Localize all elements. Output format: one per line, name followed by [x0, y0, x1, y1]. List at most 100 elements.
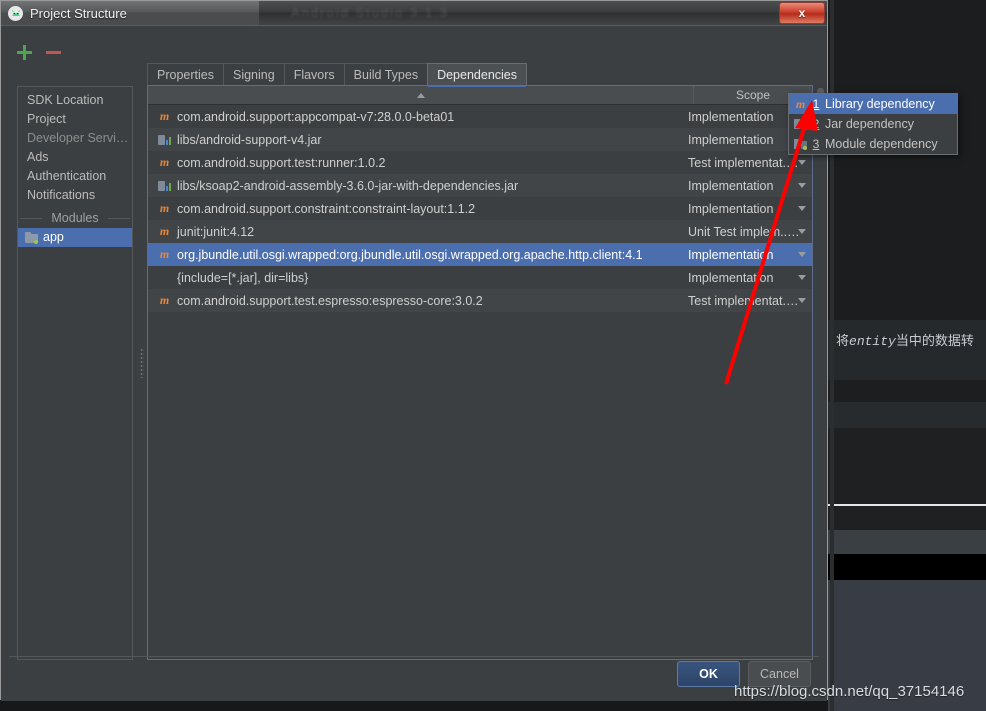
jar-icon — [158, 179, 171, 192]
dependency-name: com.android.support:appcompat-v7:28.0.0-… — [177, 109, 455, 124]
dependency-scope-cell[interactable]: Test implementat.… — [686, 294, 812, 308]
dependency-name: junit:junit:4.12 — [177, 224, 255, 239]
background-band — [828, 0, 986, 320]
menu-item-module-dependency[interactable]: 3 Module dependency — [789, 134, 957, 154]
sidebar-toolbar — [17, 40, 133, 64]
screen-root: 将entity当中的数据转 Project Structure Android … — [0, 0, 986, 711]
dialog-titlebar: Project Structure Android Studio 3.1.3 x — [1, 1, 827, 26]
tab-properties[interactable]: Properties — [147, 63, 224, 86]
ok-button[interactable]: OK — [677, 661, 740, 687]
remove-module-icon[interactable] — [46, 50, 61, 54]
sidebar-item-authentication[interactable]: Authentication — [18, 167, 132, 186]
settings-sidebar: SDK Location Project Developer Servi… Ad… — [17, 86, 133, 660]
jar-folder-icon — [794, 118, 807, 130]
table-row[interactable]: m com.android.support:appcompat-v7:28.0.… — [148, 105, 812, 128]
dependency-name: com.android.support.test.espresso:espres… — [177, 293, 483, 308]
maven-icon: m — [795, 96, 806, 111]
table-row[interactable]: libs/ksoap2-android-assembly-3.6.0-jar-w… — [148, 174, 812, 197]
dependency-scope-cell[interactable]: Implementation — [686, 202, 812, 216]
sidebar-item-project[interactable]: Project — [18, 110, 132, 129]
chevron-down-icon — [798, 229, 806, 234]
sort-ascending-icon — [416, 92, 425, 98]
menu-item-library-dependency[interactable]: m 1 Library dependency — [789, 94, 957, 114]
sidebar-item-sdk-location[interactable]: SDK Location — [18, 91, 132, 110]
dependency-name-cell: m com.android.support.test:runner:1.0.2 — [148, 155, 686, 170]
maven-icon: m — [159, 293, 170, 307]
table-header: Scope — [148, 86, 812, 105]
background-band — [828, 380, 986, 402]
chevron-down-icon — [798, 183, 806, 188]
background-band — [828, 402, 986, 428]
annotation-note: 将entity当中的数据转 — [836, 333, 974, 349]
dependency-name: com.android.support.constraint:constrain… — [177, 201, 476, 216]
dependency-scope-cell[interactable]: Unit Test implem..… — [686, 225, 812, 239]
dependency-name: com.android.support.test:runner:1.0.2 — [177, 155, 386, 170]
dependency-name-cell: libs/ksoap2-android-assembly-3.6.0-jar-w… — [148, 179, 686, 193]
table-row[interactable]: m junit:junit:4.12 Unit Test implem..… — [148, 220, 812, 243]
column-header-name[interactable] — [148, 86, 694, 104]
add-module-icon[interactable] — [17, 44, 32, 60]
sidebar-item-app[interactable]: app — [18, 228, 132, 247]
table-row[interactable]: m org.jbundle.util.osgi.wrapped:org.jbun… — [148, 243, 812, 266]
table-row[interactable]: {include=[*.jar], dir=libs} Implementati… — [148, 266, 812, 289]
tab-build-types[interactable]: Build Types — [343, 63, 429, 86]
sidebar-item-label: app — [43, 230, 64, 244]
dependency-scope-cell[interactable]: Implementation — [686, 248, 812, 262]
table-row[interactable]: m com.android.support.constraint:constra… — [148, 197, 812, 220]
dependency-scope-cell[interactable]: Implementation — [686, 179, 812, 193]
tab-signing[interactable]: Signing — [222, 63, 285, 86]
project-structure-dialog: Project Structure Android Studio 3.1.3 x… — [0, 0, 828, 701]
dependency-name-cell: m com.android.support.test.espresso:espr… — [148, 293, 686, 308]
menu-item-label: Library dependency — [825, 97, 935, 111]
titlebar-ghost-text: Android Studio 3.1.3 — [291, 5, 449, 20]
menu-item-jar-dependency[interactable]: 2 Jar dependency — [789, 114, 957, 134]
menu-item-label: Jar dependency — [825, 117, 914, 131]
dependency-name: libs/ksoap2-android-assembly-3.6.0-jar-w… — [177, 178, 519, 193]
add-dependency-menu: m 1 Library dependency 2 Jar dependency … — [788, 93, 958, 155]
dialog-scrollbar-track[interactable] — [815, 88, 824, 641]
maven-icon: m — [159, 109, 170, 123]
dialog-body: SDK Location Project Developer Servi… Ad… — [1, 26, 827, 701]
menu-mnemonic: 1 — [812, 97, 820, 111]
close-button[interactable]: x — [779, 2, 825, 24]
scope-value: Unit Test implem..… — [688, 224, 798, 239]
scope-value: Test implementat.… — [688, 155, 798, 170]
dependency-scope-cell[interactable]: Implementation — [686, 271, 812, 285]
dependency-name-cell: m org.jbundle.util.osgi.wrapped:org.jbun… — [148, 247, 686, 262]
scope-value: Implementation — [688, 270, 774, 285]
scope-value: Test implementat.… — [688, 293, 798, 308]
scope-value: Implementation — [688, 178, 774, 193]
dependency-name-cell: {include=[*.jar], dir=libs} — [148, 271, 686, 285]
module-icon — [794, 138, 807, 150]
sidebar-item-ads[interactable]: Ads — [18, 148, 132, 167]
watermark: https://blog.csdn.net/qq_37154146 — [734, 683, 965, 700]
dependencies-table-panel: Scope m com.android.support:appcompat-v7… — [147, 85, 813, 660]
scope-value: Implementation — [688, 247, 774, 262]
maven-icon: m — [159, 224, 170, 238]
sidebar-item-notifications[interactable]: Notifications — [18, 186, 132, 205]
jar-icon — [158, 133, 171, 146]
chevron-down-icon — [798, 206, 806, 211]
dependency-name-cell: m com.android.support.constraint:constra… — [148, 201, 686, 216]
table-row[interactable]: m com.android.support.test.espresso:espr… — [148, 289, 812, 312]
dependency-scope-cell[interactable]: Test implementat.… — [686, 156, 812, 170]
table-row[interactable]: m com.android.support.test:runner:1.0.2 … — [148, 151, 812, 174]
menu-mnemonic: 3 — [812, 137, 820, 151]
maven-icon: m — [159, 201, 170, 215]
button-bar-divider — [9, 656, 819, 657]
menu-item-label: Module dependency — [825, 137, 938, 151]
chevron-down-icon — [798, 298, 806, 303]
table-row[interactable]: libs/android-support-v4.jar Implementati… — [148, 128, 812, 151]
scope-value: Implementation — [688, 201, 774, 216]
background-band — [828, 428, 986, 504]
sidebar-splitter[interactable] — [137, 86, 147, 660]
scope-value: Implementation — [688, 132, 774, 147]
tab-dependencies[interactable]: Dependencies — [427, 63, 527, 87]
splitter-grip-icon — [140, 348, 144, 378]
chevron-down-icon — [798, 275, 806, 280]
sidebar-item-developer-services[interactable]: Developer Servi… — [18, 129, 132, 148]
maven-icon: m — [159, 247, 170, 261]
tab-flavors[interactable]: Flavors — [283, 63, 345, 86]
background-band — [828, 320, 986, 380]
maven-icon: m — [159, 155, 170, 169]
